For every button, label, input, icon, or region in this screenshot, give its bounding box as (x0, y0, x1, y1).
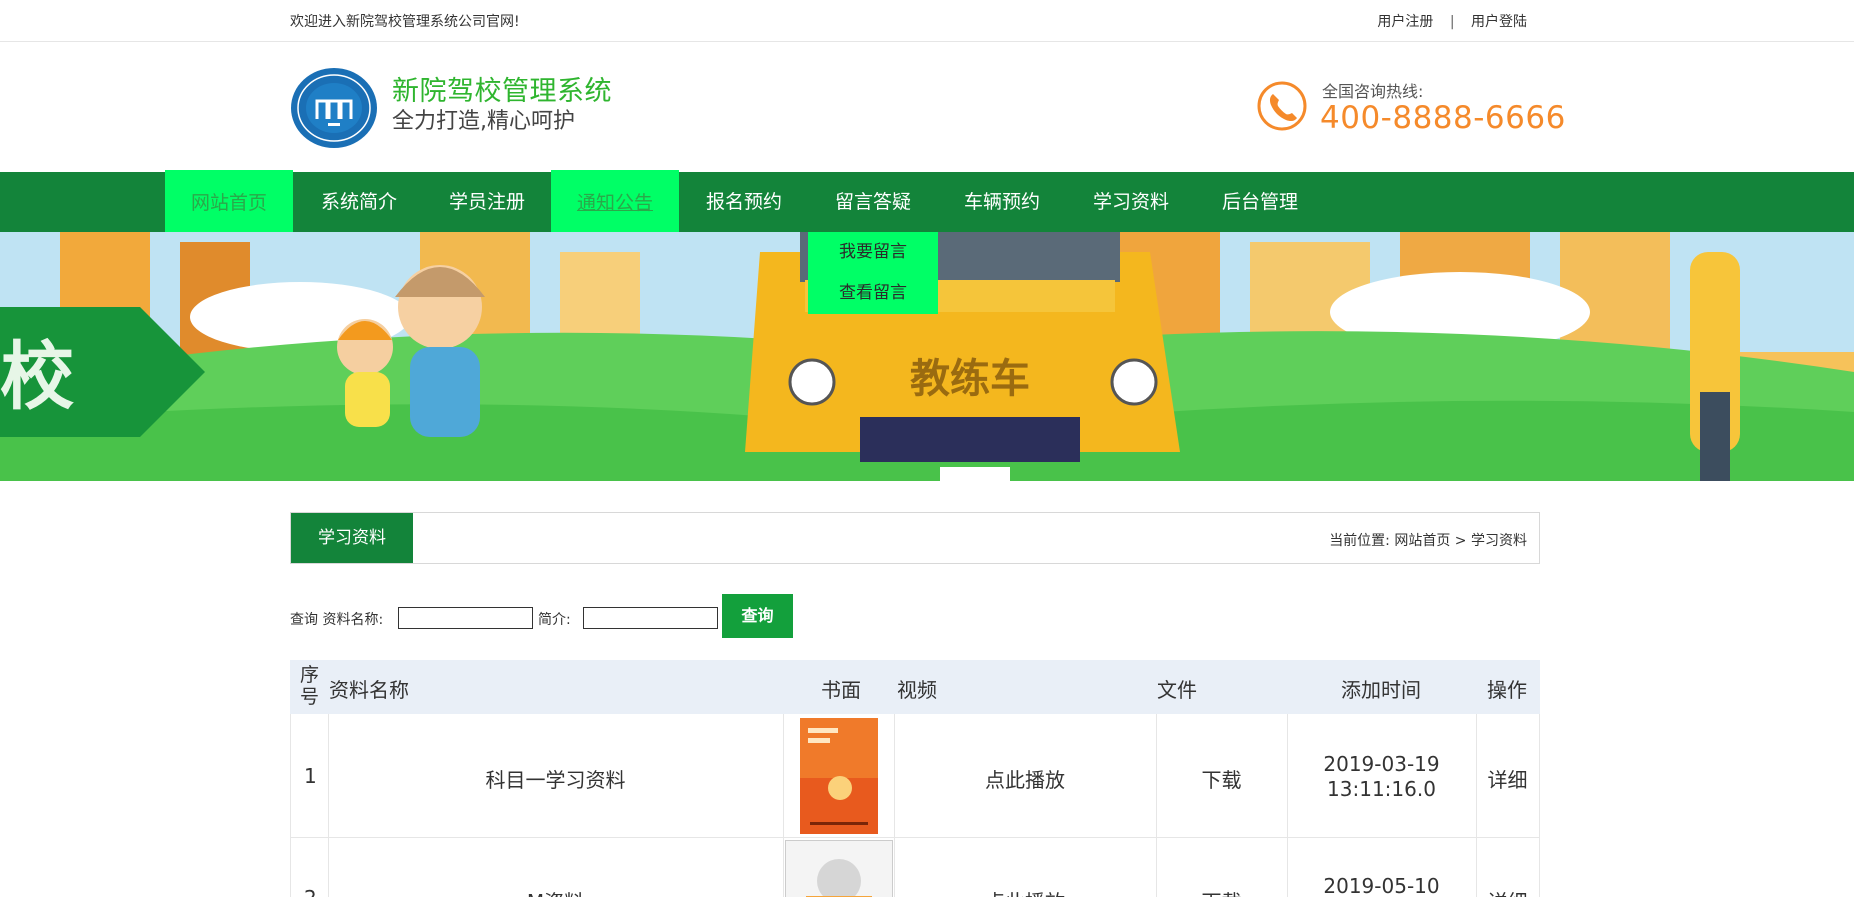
header-time: 添加时间 (1341, 678, 1421, 702)
nav-item-register[interactable]: 学员注册 (433, 172, 541, 232)
section-tab: 学习资料 (291, 513, 413, 563)
breadcrumb-bar: 学习资料 当前位置: 网站首页 > 学习资料 (290, 512, 1540, 564)
header-video: 视频 (897, 678, 937, 702)
header-name: 资料名称 (329, 678, 409, 702)
table-header: 序 号 资料名称 书面 视频 文件 添加时间 操作 (290, 660, 1540, 714)
university-seal-icon[interactable] (290, 67, 378, 148)
dropdown-item-leave-message[interactable]: 我要留言 (808, 232, 938, 273)
nav-item-signup[interactable]: 报名预约 (690, 172, 798, 232)
detail-link[interactable]: 详细 (1476, 886, 1539, 897)
dropdown-item-view-messages[interactable]: 查看留言 (808, 273, 938, 314)
nav-item-vehicle[interactable]: 车辆预约 (948, 172, 1056, 232)
header-action: 操作 (1487, 678, 1527, 702)
play-video-link[interactable]: 点此播放 (894, 764, 1156, 793)
intro-input[interactable] (583, 607, 718, 629)
account-links: 用户注册 | 用户登陆 (1377, 11, 1527, 31)
nav-item-materials[interactable]: 学习资料 (1077, 172, 1185, 232)
banner-car-text: 教练车 (910, 356, 1030, 402)
register-link[interactable]: 用户注册 (1377, 14, 1433, 30)
download-link[interactable]: 下载 (1156, 886, 1287, 897)
banner-text-school: 校 (0, 334, 74, 420)
row-added-date: 2019-05-10 (1323, 874, 1440, 897)
welcome-text: 欢迎进入新院驾校管理系统公司官网! (290, 14, 520, 30)
row-name: 科目一学习资料 (485, 768, 626, 792)
link-separator: | (1449, 14, 1455, 30)
detail-link[interactable]: 详细 (1476, 764, 1539, 793)
nav-item-admin[interactable]: 后台管理 (1206, 172, 1314, 232)
hotline-number: 400-8888-6666 (1320, 100, 1566, 136)
row-index: 2 (304, 886, 317, 897)
row-index: 1 (304, 764, 317, 788)
nav-item-home[interactable]: 网站首页 (165, 170, 293, 236)
header-index: 序 号 (300, 664, 320, 708)
top-bar: 欢迎进入新院驾校管理系统公司官网! 用户注册 | 用户登陆 (0, 0, 1854, 42)
nav-item-notice[interactable]: 通知公告 (551, 170, 679, 236)
login-link[interactable]: 用户登陆 (1471, 14, 1527, 30)
main-nav: 网站首页 系统简介 学员注册 通知公告 报名预约 留言答疑 车辆预约 学习资料 … (0, 170, 1854, 236)
search-name-label: 查询 资料名称: (290, 612, 384, 628)
placeholder-cover-image[interactable] (785, 840, 893, 897)
header-cover: 书面 (821, 678, 861, 702)
header-file: 文件 (1157, 678, 1197, 702)
nav-item-intro[interactable]: 系统简介 (304, 172, 414, 232)
search-intro-label: 简介: (538, 612, 571, 628)
hotline-label: 全国咨询热线: (1322, 82, 1424, 101)
site-subtitle: 全力打造,精心呵护 (392, 109, 575, 134)
download-link[interactable]: 下载 (1156, 764, 1287, 793)
row-name: M资料 (328, 886, 783, 897)
messages-dropdown: 我要留言 查看留言 (808, 232, 938, 314)
book-cover-image[interactable] (800, 718, 878, 834)
phone-icon (1256, 80, 1308, 132)
search-button[interactable]: 查询 (722, 594, 793, 638)
row-added-time: 2019-03-19 13:11:16.0 (1323, 752, 1440, 801)
breadcrumb: 当前位置: 网站首页 > 学习资料 (1329, 533, 1527, 549)
material-name-input[interactable] (398, 607, 533, 629)
table-row: 1 科目一学习资料 点此播放 下载 2019-03-19 13:11:16.0 … (290, 714, 1540, 838)
nav-item-messages[interactable]: 留言答疑 (819, 172, 927, 232)
play-video-link[interactable]: 点此播放 (894, 886, 1156, 897)
table-row: 2 M资料 点此播放 下载 2019-05-10 详细 (290, 838, 1540, 897)
